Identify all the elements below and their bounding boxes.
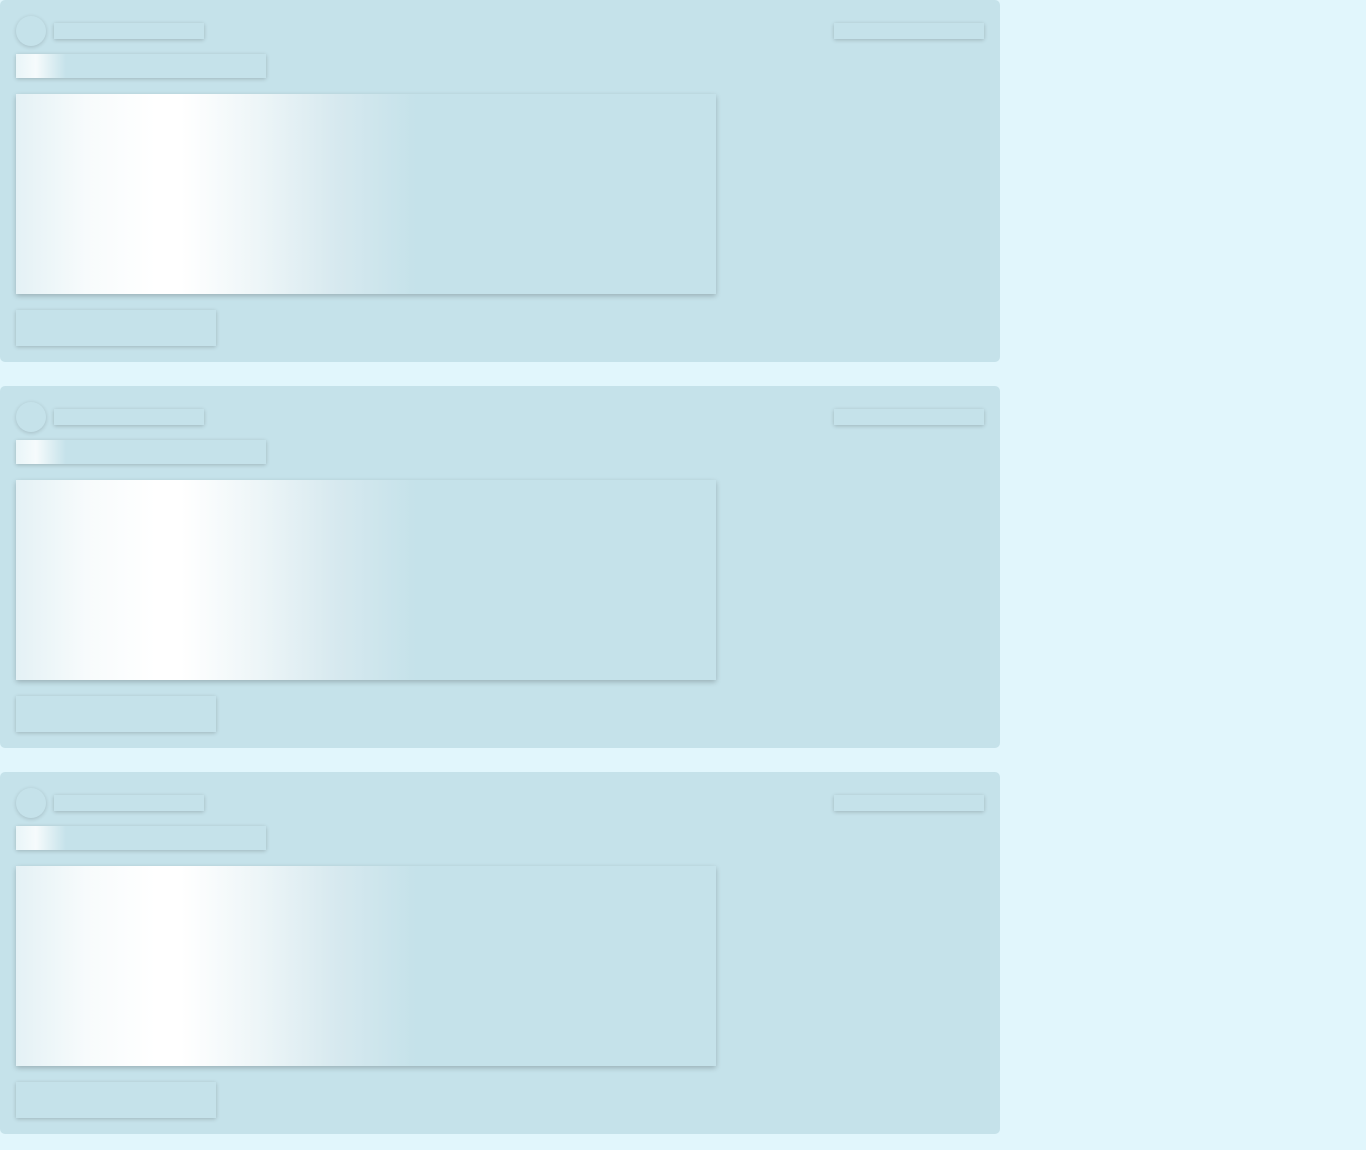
skeleton-card bbox=[0, 0, 1000, 362]
media-placeholder bbox=[16, 866, 716, 1066]
avatar-placeholder bbox=[16, 16, 46, 46]
action-button-placeholder bbox=[16, 696, 216, 732]
avatar-placeholder bbox=[16, 788, 46, 818]
skeleton-card bbox=[0, 772, 1000, 1134]
skeleton-card bbox=[0, 386, 1000, 748]
author-name-placeholder bbox=[54, 795, 204, 811]
media-placeholder bbox=[16, 480, 716, 680]
media-placeholder bbox=[16, 94, 716, 294]
skeleton-feed bbox=[0, 0, 1366, 1150]
title-placeholder bbox=[16, 440, 266, 464]
title-placeholder bbox=[16, 54, 266, 78]
timestamp-placeholder bbox=[834, 795, 984, 811]
avatar-placeholder bbox=[16, 402, 46, 432]
author-name-placeholder bbox=[54, 409, 204, 425]
timestamp-placeholder bbox=[834, 409, 984, 425]
author-name-placeholder bbox=[54, 23, 204, 39]
title-placeholder bbox=[16, 826, 266, 850]
timestamp-placeholder bbox=[834, 23, 984, 39]
action-button-placeholder bbox=[16, 1082, 216, 1118]
action-button-placeholder bbox=[16, 310, 216, 346]
